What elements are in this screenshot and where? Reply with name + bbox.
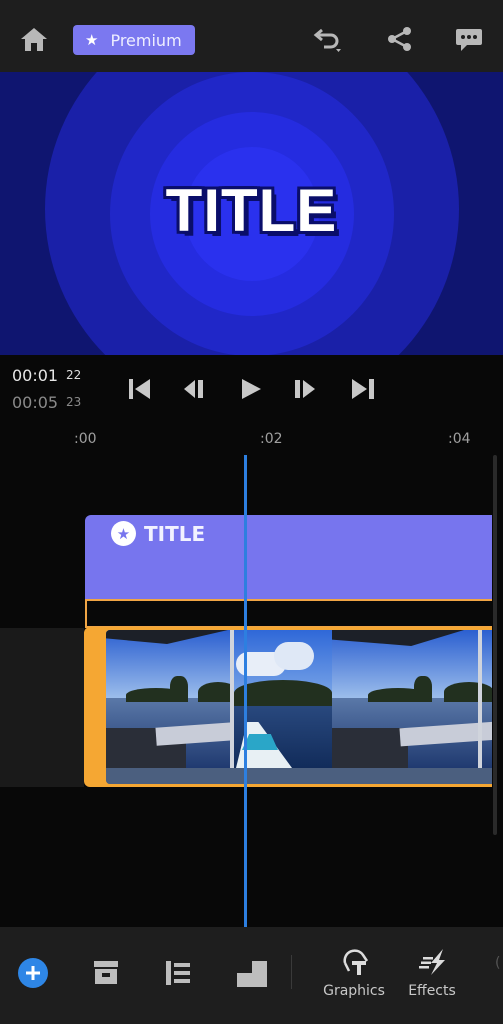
skip-forward-icon bbox=[352, 379, 374, 399]
graphics-icon bbox=[343, 949, 369, 975]
ruler-tick: :02 bbox=[260, 431, 283, 447]
thumbnail bbox=[234, 630, 332, 768]
effects-label: Effects bbox=[408, 983, 456, 999]
plus-icon bbox=[18, 958, 48, 988]
total-duration: 00:05 bbox=[12, 393, 59, 412]
play-icon bbox=[242, 379, 261, 399]
effects-button[interactable]: Effects bbox=[406, 947, 458, 999]
audio-waveform bbox=[106, 768, 492, 784]
layers-icon bbox=[237, 961, 267, 987]
playhead[interactable] bbox=[244, 455, 247, 927]
title-clip[interactable]: ★ TITLE bbox=[85, 515, 492, 600]
add-media-button[interactable] bbox=[18, 958, 48, 988]
go-to-end-button[interactable] bbox=[350, 375, 380, 403]
media-button[interactable] bbox=[92, 959, 120, 987]
video-preview[interactable]: TITLE bbox=[0, 72, 503, 355]
current-time: 00:01 bbox=[12, 366, 59, 385]
graphics-label: Graphics bbox=[323, 983, 385, 999]
share-button[interactable] bbox=[385, 24, 415, 54]
step-back-icon bbox=[184, 380, 203, 398]
premium-label: Premium bbox=[110, 30, 182, 50]
undo-icon bbox=[313, 28, 341, 52]
title-clip-label: TITLE bbox=[144, 521, 206, 546]
feedback-button[interactable] bbox=[454, 24, 484, 54]
share-icon bbox=[388, 27, 411, 51]
more-tools-clipped[interactable]: ( bbox=[495, 955, 503, 1015]
archive-icon bbox=[94, 961, 118, 984]
align-button[interactable] bbox=[164, 959, 192, 987]
play-button[interactable] bbox=[237, 375, 267, 403]
top-bar: ★ Premium bbox=[0, 0, 503, 72]
skip-back-icon bbox=[129, 379, 150, 399]
ruler-tick: :00 bbox=[74, 431, 97, 447]
undo-button[interactable] bbox=[313, 24, 343, 54]
feedback-icon bbox=[456, 29, 482, 51]
star-icon: ★ bbox=[85, 31, 99, 49]
thumbnail bbox=[332, 630, 492, 768]
ruler-tick: :04 bbox=[448, 431, 471, 447]
current-frames: 22 bbox=[66, 368, 82, 382]
preview-title-text: TITLE bbox=[165, 177, 338, 244]
home-icon bbox=[21, 28, 47, 51]
go-to-start-button[interactable] bbox=[126, 375, 156, 403]
total-frames: 23 bbox=[66, 395, 82, 409]
align-left-icon bbox=[166, 961, 190, 985]
track-header[interactable] bbox=[0, 628, 84, 787]
premium-star-icon: ★ bbox=[111, 521, 136, 546]
timeline-scrollbar[interactable] bbox=[493, 455, 497, 835]
home-button[interactable] bbox=[19, 24, 49, 54]
graphics-button[interactable]: Graphics bbox=[323, 947, 385, 999]
previous-frame-button[interactable] bbox=[181, 375, 211, 403]
video-thumbnails bbox=[106, 630, 492, 784]
step-forward-icon bbox=[295, 380, 315, 398]
clip-trim-handle[interactable] bbox=[84, 627, 106, 787]
effects-icon bbox=[419, 949, 445, 975]
toolbar-divider bbox=[291, 955, 292, 989]
thumbnail bbox=[106, 630, 234, 768]
crop-button[interactable] bbox=[236, 959, 268, 989]
premium-button[interactable]: ★ Premium bbox=[73, 25, 195, 55]
next-frame-button[interactable] bbox=[292, 375, 322, 403]
video-clip[interactable] bbox=[84, 627, 492, 787]
title-clip-selection-bar[interactable] bbox=[85, 599, 492, 628]
bottom-toolbar: Graphics Effects ( bbox=[0, 927, 503, 1024]
